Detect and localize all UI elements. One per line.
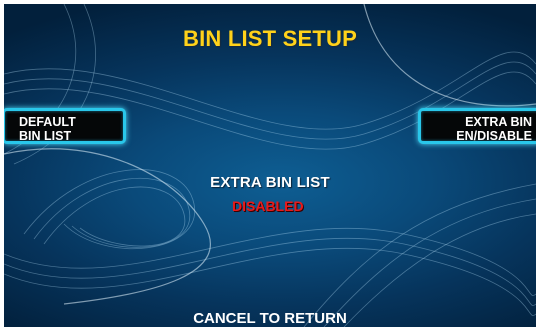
atm-screen: BIN LIST SETUP DEFAULT BIN LIST EXTRA BI… (4, 4, 536, 327)
extra-bin-label-line2: EN/DISABLE (456, 129, 532, 143)
page-title: BIN LIST SETUP (183, 26, 357, 51)
default-bin-list-label-line2: BIN LIST (19, 129, 72, 143)
default-bin-list-label-line1: DEFAULT (19, 115, 76, 129)
default-bin-list-button[interactable]: DEFAULT BIN LIST (4, 108, 126, 144)
status-value: DISABLED (232, 198, 304, 214)
swirl-background-graphic (4, 4, 536, 327)
cancel-to-return-prompt: CANCEL TO RETURN (193, 310, 347, 327)
extra-bin-enable-disable-button[interactable]: EXTRA BIN EN/DISABLE (418, 108, 536, 144)
extra-bin-label-line1: EXTRA BIN (465, 115, 532, 129)
extra-bin-list-label: EXTRA BIN LIST (210, 174, 330, 191)
